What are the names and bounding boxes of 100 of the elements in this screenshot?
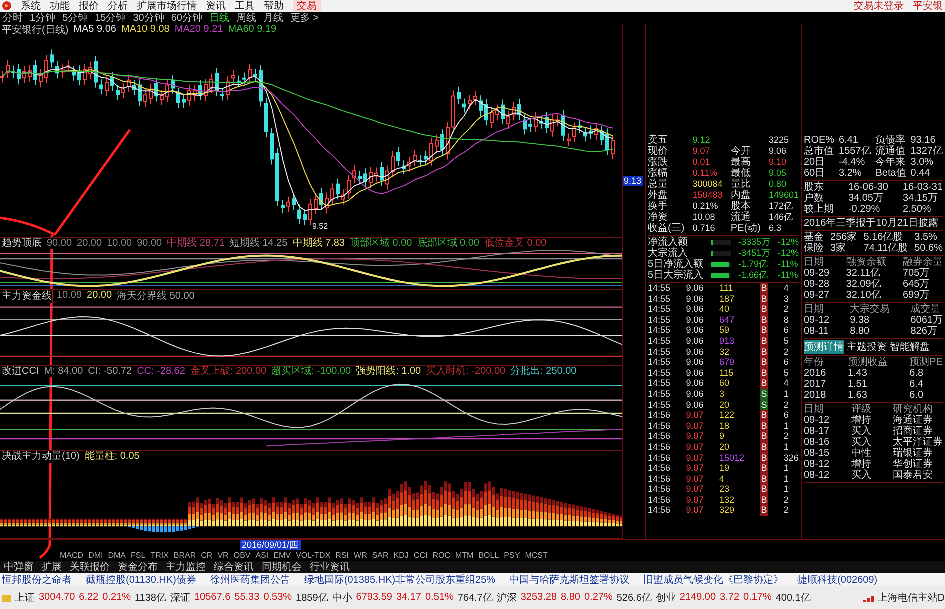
period-tab[interactable]: 周线 bbox=[236, 11, 256, 25]
indicator-param: 海天分界线 50.00 bbox=[117, 290, 195, 303]
tick-price: 9.07 bbox=[686, 442, 704, 452]
indicator-param: 超买区域: -100.00 bbox=[272, 366, 352, 378]
info-cell: 08-11 bbox=[804, 326, 830, 337]
info-cell: 保险 bbox=[804, 243, 824, 254]
menu-item[interactable]: 系统 bbox=[21, 0, 41, 13]
fund-flow-label: 大宗流入 bbox=[648, 248, 688, 259]
info-tab[interactable]: 主题投资 bbox=[847, 340, 887, 354]
menu-item[interactable]: 功能 bbox=[50, 0, 70, 13]
tick-price: 9.06 bbox=[686, 304, 704, 315]
indicator-tab[interactable]: CCI bbox=[414, 551, 428, 560]
info-tab[interactable]: 智能解盘 bbox=[890, 340, 930, 354]
period-tab[interactable]: 1分钟 bbox=[30, 11, 56, 25]
quote-value: 10.08 bbox=[692, 212, 716, 223]
indicator-tab[interactable]: MTM bbox=[455, 551, 474, 560]
index-value: 0.53% bbox=[264, 592, 292, 603]
menu-item[interactable]: 扩展市场行情 bbox=[137, 0, 197, 13]
fund-flow-percent: -11% bbox=[778, 270, 799, 281]
info-cell: 1557亿 bbox=[839, 146, 872, 157]
column-header: 日期 bbox=[804, 257, 825, 268]
indicator-tab[interactable]: SAR bbox=[372, 551, 389, 560]
indicator-tab[interactable]: EMV bbox=[274, 551, 291, 560]
panel-tab[interactable]: 扩展 bbox=[42, 560, 62, 574]
indicator-tab[interactable]: RSI bbox=[336, 551, 350, 560]
indicator-tab[interactable]: TRIX bbox=[150, 551, 169, 560]
index-amount: 764.7亿 bbox=[458, 592, 493, 604]
news-link[interactable]: 绿地国际(01385.HK)非常公司股东重组25% bbox=[304, 573, 496, 586]
info-cell-text: 2.50% bbox=[902, 204, 932, 215]
tick-count: 5 bbox=[784, 368, 790, 378]
info-cell: 总市值 bbox=[804, 146, 835, 157]
indicator-tab[interactable]: KDJ bbox=[394, 551, 409, 560]
indicator-tab[interactable]: DMA bbox=[108, 551, 126, 560]
indicator-tab[interactable]: BOLL bbox=[478, 551, 500, 560]
indicator-tab[interactable]: WR bbox=[354, 551, 368, 560]
menu-item[interactable]: 工具 bbox=[235, 0, 255, 13]
folder-icon[interactable] bbox=[2, 593, 11, 602]
tick-time: 14:56 bbox=[648, 431, 671, 442]
indicator-param: 20.00 bbox=[87, 290, 112, 302]
menu-item[interactable]: 报价 bbox=[79, 0, 99, 13]
info-cell: 08-17 bbox=[804, 426, 830, 437]
trade-flag: B bbox=[760, 463, 768, 474]
panel-tab[interactable]: 关联报价 bbox=[70, 560, 110, 574]
indicator-tab[interactable]: OBV bbox=[234, 551, 251, 560]
stock-name-tab[interactable]: 平安银 bbox=[913, 0, 943, 13]
indicator-param: 短期线 14.25 bbox=[230, 238, 288, 250]
indicator-tab[interactable]: MACD bbox=[60, 551, 84, 560]
period-tab[interactable]: 5分钟 bbox=[62, 11, 88, 25]
index-value: 2149.00 bbox=[680, 592, 716, 603]
indicator-tab[interactable]: VOL-TDX bbox=[296, 551, 331, 560]
indicator-tab[interactable]: VR bbox=[218, 551, 229, 560]
info-cell: 买入 bbox=[851, 470, 872, 481]
trade-flag: B bbox=[760, 325, 768, 336]
period-tab[interactable]: 日线 bbox=[210, 11, 230, 25]
menu-item[interactable]: 帮助 bbox=[264, 0, 284, 13]
news-link[interactable]: 徐州医药集团公告 bbox=[210, 573, 290, 586]
panel-tab[interactable]: 中弹窗 bbox=[4, 560, 34, 574]
panel-tab[interactable]: 资金分布 bbox=[118, 560, 158, 574]
period-tab[interactable]: 60分钟 bbox=[171, 11, 202, 25]
news-link[interactable]: 截瓶控股(01130.HK)债券 bbox=[86, 573, 196, 586]
panel-tab[interactable]: 行业资讯 bbox=[310, 560, 350, 574]
menu-item[interactable]: 资讯 bbox=[206, 0, 226, 13]
info-cell-text: 3.0% bbox=[910, 157, 935, 168]
news-link[interactable]: 捷顺科技(002609) bbox=[798, 573, 878, 586]
panel-tab[interactable]: 同期机会 bbox=[262, 560, 302, 574]
news-link[interactable]: 中国与哈萨克斯坦签署协议 bbox=[510, 573, 630, 586]
tick-volume: 132 bbox=[719, 494, 736, 506]
info-cell-text: 股东 bbox=[804, 182, 825, 193]
quote-label: 最低 bbox=[730, 168, 752, 179]
tick-count: 326 bbox=[784, 452, 799, 464]
index-value: 3.72 bbox=[720, 592, 740, 603]
trade-button[interactable]: 交易 bbox=[293, 0, 321, 13]
indicator-tab[interactable]: MCST bbox=[525, 551, 548, 560]
quote-value: 9.06 bbox=[768, 146, 788, 157]
index-amount: 400.1亿 bbox=[776, 592, 811, 604]
trade-flag: B bbox=[760, 368, 768, 378]
indicator-tab[interactable]: DMI bbox=[88, 551, 104, 560]
indicator-tab[interactable]: ASI bbox=[256, 551, 269, 560]
indicator-tab[interactable]: ROC bbox=[432, 551, 450, 560]
tick-volume: 122 bbox=[719, 410, 736, 421]
info-tab[interactable]: 预测详情 bbox=[804, 340, 844, 354]
period-tab[interactable]: 月线 bbox=[264, 11, 284, 25]
period-tab[interactable]: 分时 bbox=[3, 11, 23, 25]
indicator-tab[interactable]: FSL bbox=[131, 551, 146, 560]
news-link[interactable]: 恒邦股份之命者 bbox=[2, 573, 72, 586]
login-status-link[interactable]: 交易未登录 bbox=[854, 0, 904, 13]
panel-tab[interactable]: 综合资讯 bbox=[214, 560, 254, 574]
menu-item[interactable]: 分析 bbox=[108, 0, 128, 13]
tick-price: 9.07 bbox=[686, 431, 704, 442]
indicator-tab[interactable]: BRAR bbox=[174, 551, 196, 560]
period-tab[interactable]: 15分钟 bbox=[95, 11, 126, 25]
info-cell-text: 34.15万 bbox=[902, 193, 939, 204]
indicator-tab[interactable]: PSY bbox=[504, 551, 520, 560]
indicator-tab[interactable]: CR bbox=[201, 551, 213, 560]
info-cell-text: 5.16亿股 bbox=[864, 232, 904, 243]
tick-volume: 40 bbox=[719, 304, 730, 315]
news-link[interactable]: 旧盟成员气候变化《巴黎协定》 bbox=[644, 573, 784, 586]
period-tab[interactable]: 更多 > bbox=[290, 11, 320, 25]
period-tab[interactable]: 30分钟 bbox=[133, 11, 164, 25]
panel-tab[interactable]: 主力监控 bbox=[166, 560, 206, 574]
